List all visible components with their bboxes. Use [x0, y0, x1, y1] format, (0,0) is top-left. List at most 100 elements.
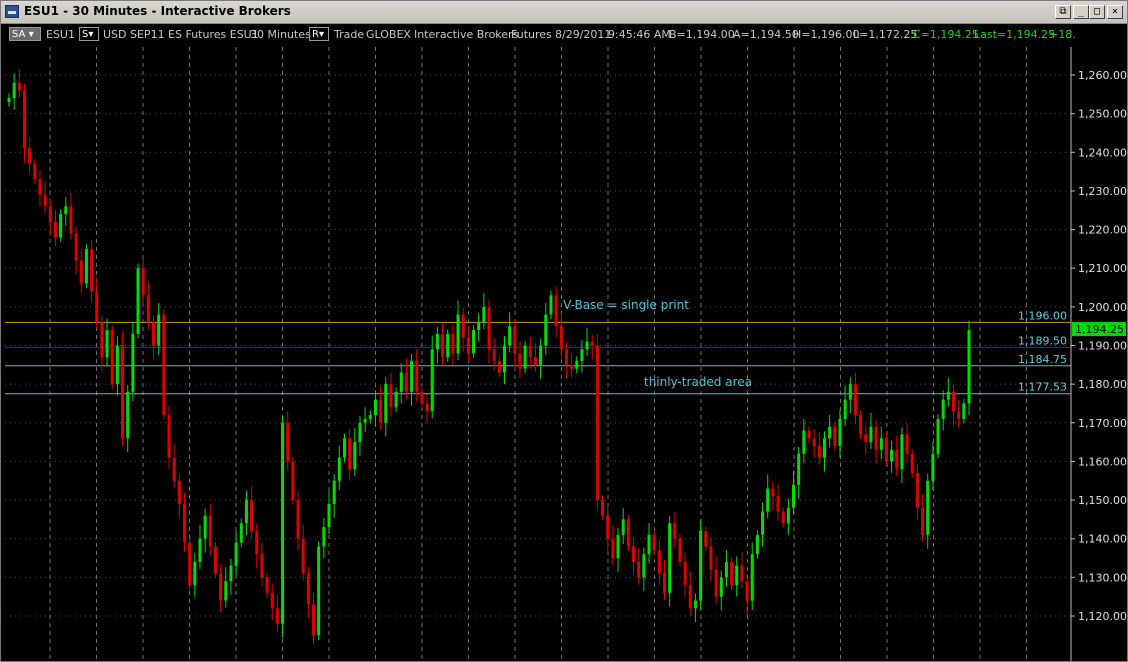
- candle-body: [683, 561, 687, 586]
- candle-body: [229, 565, 233, 582]
- candle-body: [905, 434, 909, 454]
- candle-body: [781, 511, 785, 524]
- candle-body: [838, 418, 842, 446]
- candle-body: [890, 449, 894, 462]
- maximize-button[interactable]: □: [1089, 5, 1105, 19]
- price-tick-label: 1,260.00: [1078, 69, 1127, 82]
- candle-body: [699, 530, 703, 601]
- restore-window-icon[interactable]: ⧉: [1055, 5, 1071, 19]
- candle-body: [915, 473, 919, 508]
- candle-body: [182, 503, 186, 543]
- candle-body: [874, 426, 878, 450]
- candle-body: [621, 519, 625, 535]
- candle-body: [879, 438, 883, 450]
- candle-body: [735, 565, 739, 586]
- last-price-label: 1,194.25: [1075, 323, 1124, 336]
- candle-body: [219, 573, 223, 601]
- chevron-down-icon: ▾: [28, 29, 34, 40]
- quote-info-bar: SA ▾ ESU1 S▾ USD SEP11 ES Futures ESU1 3…: [1, 24, 1127, 46]
- price-tick-label: 1,200.00: [1078, 301, 1127, 314]
- annotation-text: thinly-traded area: [644, 375, 752, 389]
- chevron-down-icon: ▾: [88, 29, 94, 40]
- candle-body: [595, 345, 599, 501]
- chevron-down-icon: ▾: [318, 29, 324, 40]
- exchange-label: GLOBEX: [366, 28, 411, 41]
- candle-body: [84, 248, 88, 284]
- candle-body: [322, 527, 326, 547]
- candle-body: [286, 422, 290, 462]
- candle-body: [673, 523, 677, 539]
- candle-body: [910, 453, 914, 474]
- candle-body: [745, 581, 749, 601]
- candle-body: [601, 500, 605, 516]
- price-tick-label: 1,120.00: [1078, 610, 1127, 623]
- candle-body: [575, 360, 579, 369]
- title-bar[interactable]: ESU1 - 30 Minutes - Interactive Brokers …: [1, 1, 1127, 24]
- candle-body: [822, 438, 826, 458]
- candle-body: [931, 453, 935, 481]
- candle-body: [482, 306, 486, 323]
- candle-body: [559, 326, 563, 350]
- price-level-label: 1,184.75: [1018, 353, 1067, 366]
- candle-body: [177, 480, 181, 504]
- candle-body: [812, 438, 816, 446]
- candle-body: [523, 345, 527, 369]
- candle-body: [275, 608, 279, 624]
- candle-body: [110, 330, 114, 385]
- candle-body: [678, 538, 682, 562]
- candle-body: [533, 357, 537, 365]
- candle-body: [518, 353, 522, 369]
- price-tick-label: 1,230.00: [1078, 185, 1127, 198]
- sa-dropdown[interactable]: SA ▾: [9, 27, 41, 41]
- candle-body: [399, 372, 403, 392]
- candle-body: [389, 384, 393, 408]
- close-button[interactable]: ✕: [1107, 5, 1123, 19]
- candle-body: [306, 573, 310, 605]
- candle-body: [420, 391, 424, 404]
- candle-body: [724, 561, 728, 578]
- r-dropdown[interactable]: R▾: [309, 27, 329, 41]
- candle-body: [962, 403, 966, 419]
- candle-body: [368, 415, 372, 419]
- candle-body: [17, 82, 21, 91]
- candle-body: [662, 573, 666, 593]
- candle-body: [250, 500, 254, 531]
- minimize-button[interactable]: _: [1073, 5, 1089, 19]
- candle-body: [425, 403, 429, 412]
- sec-type-label: Futures: [511, 28, 552, 41]
- candle-body: [7, 98, 11, 103]
- candle-body: [327, 503, 331, 528]
- ask-label: A=1,194.50: [733, 28, 799, 41]
- candle-body: [22, 90, 26, 149]
- candle-body: [626, 519, 630, 547]
- candle-body: [296, 500, 300, 539]
- candle-body: [312, 604, 316, 636]
- candle-body: [776, 496, 780, 512]
- candle-body: [291, 461, 295, 501]
- candle-body: [859, 415, 863, 435]
- candle-body: [693, 600, 697, 609]
- candle-body: [74, 233, 78, 261]
- candle-body: [472, 330, 476, 354]
- candle-body: [946, 391, 950, 400]
- candle-body: [146, 295, 150, 323]
- candle-body: [864, 434, 868, 443]
- candle-body: [921, 507, 925, 535]
- candle-body: [43, 194, 47, 207]
- candle-body: [766, 488, 770, 512]
- candle-body: [719, 577, 723, 597]
- candle-body: [590, 341, 594, 346]
- s-dropdown[interactable]: S▾: [79, 27, 99, 41]
- broker-label: Interactive Brokers: [414, 28, 519, 41]
- candle-body: [761, 511, 765, 535]
- candle-body: [244, 500, 248, 524]
- candle-body: [255, 530, 259, 555]
- price-tick-label: 1,140.00: [1078, 533, 1127, 546]
- candle-body: [69, 206, 73, 234]
- annotation-text: V-Base = single print: [563, 298, 689, 312]
- candle-body: [647, 534, 651, 555]
- candle-body: [843, 399, 847, 419]
- candle-body: [528, 345, 532, 358]
- price-chart[interactable]: 1,196.00 1,189.50 1,184.75 1,177.53 1,260.0…: [1, 47, 1127, 661]
- candle-body: [451, 333, 455, 354]
